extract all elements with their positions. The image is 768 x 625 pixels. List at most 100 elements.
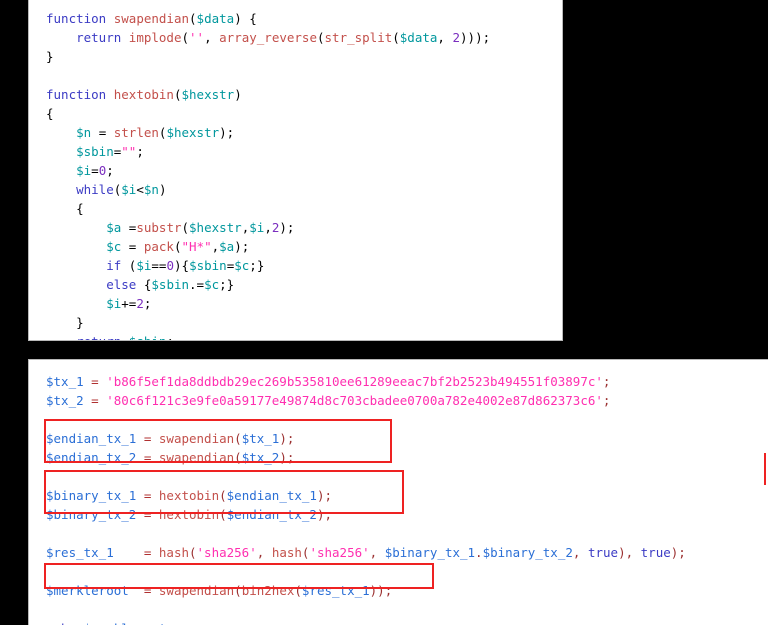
code-token: return — [76, 30, 122, 45]
code-token: swapendian — [158, 431, 235, 446]
code-token: ( — [173, 87, 182, 102]
code-token: ( — [316, 30, 325, 45]
code-token: swapendian — [113, 11, 190, 26]
code-token: ( — [181, 30, 190, 45]
code-line: function swapendian($data) { — [46, 9, 562, 28]
code-token: ); — [219, 125, 235, 140]
code-token: $merkleroot — [84, 621, 167, 625]
code-token: "" — [121, 144, 137, 159]
code-line: function hextobin($hexstr) — [46, 85, 562, 104]
code-line: $a =substr($hexstr,$i,2); — [46, 218, 562, 237]
offscreen-highlight-edge — [764, 453, 766, 485]
code-token: $c — [234, 258, 250, 273]
code-token: 2 — [136, 296, 144, 311]
code-token: if — [106, 258, 122, 273]
code-token: echo — [46, 621, 76, 625]
code-token: , — [369, 545, 385, 560]
code-token: ) { — [234, 11, 257, 26]
code-token: $hexstr — [166, 125, 220, 140]
code-token: ( — [294, 583, 302, 598]
code-token: ); — [279, 220, 295, 235]
code-token: hextobin — [113, 87, 174, 102]
code-token: , — [204, 30, 220, 45]
code-token: $tx_2 — [241, 450, 280, 465]
code-token: $binary_tx_1 — [384, 545, 476, 560]
code-token: strlen — [113, 125, 159, 140]
code-token: implode — [128, 30, 182, 45]
code-token: $c — [204, 277, 220, 292]
code-token: $merkleroot — [46, 583, 129, 598]
code-token: ) — [234, 87, 242, 102]
code-token: = — [113, 545, 159, 560]
code-token: true — [587, 545, 619, 560]
screenshot-root: function swapendian($data) { return impl… — [0, 0, 768, 625]
code-token: = — [136, 431, 159, 446]
code-token: $endian_tx_1 — [226, 488, 317, 503]
code-token: ; — [166, 621, 174, 625]
code-token: ) — [158, 182, 167, 197]
code-token: $res_tx_1 — [46, 545, 114, 560]
code-token: } — [46, 49, 54, 64]
code-line: $sbin=""; — [46, 142, 562, 161]
code-token: $endian_tx_2 — [46, 450, 137, 465]
code-token: ( — [219, 507, 227, 522]
code-token: bin2hex — [241, 583, 295, 598]
code-line: $endian_tx_2 = swapendian($tx_2); — [46, 448, 768, 467]
code-line: return implode('', array_reverse(str_spl… — [46, 28, 562, 47]
code-line: $i=0; — [46, 161, 562, 180]
code-token: < — [136, 182, 144, 197]
code-token: )); — [369, 583, 393, 598]
code-token: 2 — [452, 30, 461, 45]
code-token: ( — [189, 545, 197, 560]
code-token: , — [437, 30, 453, 45]
code-line: $endian_tx_1 = swapendian($tx_1); — [46, 429, 768, 448]
code-token: $binary_tx_2 — [482, 545, 573, 560]
code-token: $binary_tx_1 — [46, 488, 137, 503]
code-token: ); — [670, 545, 686, 560]
code-token: $tx_1 — [241, 431, 280, 446]
code-token: ; — [166, 334, 174, 340]
code-token: = — [136, 450, 159, 465]
code-token: ( — [121, 258, 137, 273]
code-token: ){ — [174, 258, 190, 273]
code-line: $res_tx_1 = hash('sha256', hash('sha256'… — [46, 543, 768, 562]
code-token: { — [46, 201, 84, 216]
code-token: ); — [279, 431, 295, 446]
code-token: pack — [143, 239, 174, 254]
left-gutter — [0, 0, 28, 625]
code-token: = — [91, 125, 114, 140]
code-token: substr — [136, 220, 182, 235]
code-token: $tx_2 — [46, 393, 84, 408]
code-token: $i — [106, 296, 122, 311]
code-token: str_split — [324, 30, 393, 45]
php-functions-code-block: function swapendian($data) { return impl… — [28, 0, 563, 341]
code-token: = — [83, 393, 107, 408]
code-token: ( — [189, 11, 197, 26]
code-token: $data — [196, 11, 235, 26]
code-token: , — [256, 545, 272, 560]
code-token: == — [151, 258, 167, 273]
code-token: ( — [219, 488, 227, 503]
code-token: swapendian — [158, 583, 235, 598]
code-line: $merkleroot = swapendian(bin2hex($res_tx… — [46, 581, 768, 600]
code-token: . — [475, 545, 483, 560]
code-token: '80c6f121c3e9fe0a59177e49874d8c703cbadee… — [106, 393, 603, 408]
code-token: = — [136, 507, 159, 522]
code-token: ; — [106, 163, 114, 178]
code-token: $res_tx_1 — [301, 583, 370, 598]
code-token: ); — [316, 507, 333, 522]
code-line: while($i<$n) — [46, 180, 562, 199]
code-token: function — [46, 11, 107, 26]
code-token: $i — [136, 258, 152, 273]
code-token: $data — [399, 30, 438, 45]
code-token: $a — [106, 220, 122, 235]
code-token: $c — [106, 239, 122, 254]
code-token: { — [46, 106, 54, 121]
code-token: $endian_tx_1 — [46, 431, 137, 446]
code-token: hextobin — [158, 507, 220, 522]
